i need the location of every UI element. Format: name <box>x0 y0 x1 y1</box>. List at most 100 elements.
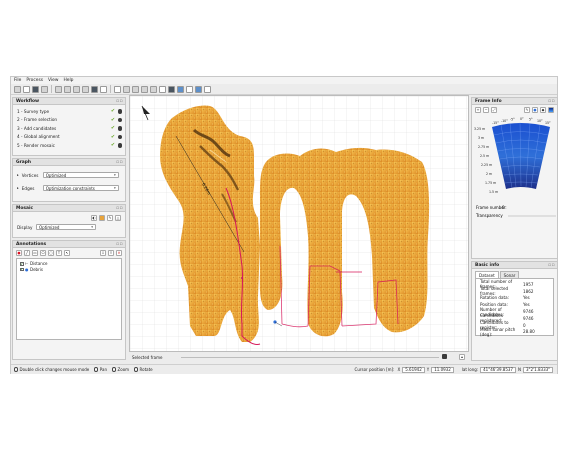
mosaic-viewport[interactable]: 6.26m <box>129 95 469 352</box>
edges-select[interactable]: Optimization constraints ▾ <box>42 185 119 191</box>
export-icon[interactable] <box>186 85 193 93</box>
circle-tool-icon[interactable]: ○ <box>48 250 54 256</box>
tab-sonar[interactable]: Sonar <box>499 271 520 278</box>
import-icon[interactable]: ⇩ <box>100 250 106 256</box>
pan-hint: Pan <box>99 367 107 372</box>
gear-icon[interactable] <box>117 117 122 122</box>
delete-icon[interactable]: ✕ <box>116 250 122 256</box>
zoom-fit-icon[interactable] <box>73 85 80 93</box>
sonar-frame-view[interactable]: -15° -10° -5° 0° 5° 10° 15° 3.25 m 3 m 2… <box>472 113 559 231</box>
camera-icon[interactable] <box>91 85 98 93</box>
line-tool-icon[interactable]: ╱ <box>24 250 30 256</box>
basic-info-table: Total number of frames: 1957 Total select… <box>475 278 554 337</box>
workflow-step-label: 2 - Frame selection <box>17 117 58 123</box>
crop-icon[interactable] <box>141 85 148 93</box>
angle-label: 15° <box>545 121 551 125</box>
export-icon[interactable]: ⇧ <box>108 250 114 256</box>
grid-icon[interactable] <box>114 85 121 93</box>
palette-icon[interactable] <box>99 215 105 221</box>
basic-info-tabs: Dataset Sonar <box>472 271 557 278</box>
chevron-down-icon: ▾ <box>114 186 116 190</box>
vertices-select[interactable]: Optimized ▾ <box>42 172 119 178</box>
expand-arrow-icon[interactable]: ▸ <box>17 173 19 177</box>
checkmark-icon: ✔ <box>110 142 116 149</box>
spinbox-icon[interactable]: ▴ <box>459 354 465 360</box>
selected-frame-bar: Selected frame ▴ <box>129 353 469 361</box>
mouse-icon <box>112 366 116 373</box>
menu-view[interactable]: View <box>48 78 58 83</box>
brush-icon[interactable]: ✎ <box>107 215 113 221</box>
latlong-label: lat long: <box>461 367 479 372</box>
gear-icon[interactable] <box>117 134 122 139</box>
contrast-icon[interactable]: ◐ <box>91 215 97 221</box>
range-label: 2.5 m <box>480 154 489 158</box>
ruler-icon[interactable] <box>123 85 130 93</box>
annotation-checkbox[interactable]: ✔ <box>20 267 24 271</box>
angle-label: -5° <box>510 118 515 122</box>
menu-help[interactable]: Help <box>63 78 73 83</box>
annotation-checkbox[interactable]: ✔ <box>20 262 24 266</box>
gear-icon[interactable] <box>117 109 122 114</box>
polygon-tool-icon[interactable]: ⬠ <box>40 250 46 256</box>
save-icon[interactable] <box>32 85 39 93</box>
open-folder-icon[interactable] <box>23 85 30 93</box>
angle-label: -10° <box>501 119 508 123</box>
move-icon[interactable] <box>150 85 157 93</box>
tools-icon[interactable] <box>41 85 48 93</box>
panel-controls-icon[interactable]: ▫▫ <box>548 263 555 268</box>
panel-controls-icon[interactable]: ▫▫ <box>116 160 123 165</box>
cursor-tool-icon[interactable]: ↖ <box>64 250 70 256</box>
info-value: 9746 <box>523 309 534 315</box>
workflow-step[interactable]: 5 - Render mosaic ✔ <box>13 141 125 150</box>
rotate-hint: Rotate <box>139 367 153 372</box>
checkmark-icon: ✔ <box>110 108 116 115</box>
mosaic-canvas[interactable]: 6.26m <box>130 96 469 352</box>
workflow-step-label: 5 - Render mosaic <box>17 142 55 148</box>
new-file-icon[interactable] <box>14 85 21 93</box>
text-tool-icon[interactable] <box>159 85 166 93</box>
text-tool-icon[interactable]: T <box>56 250 62 256</box>
layers-icon[interactable] <box>168 85 175 93</box>
basic-info-panel-title: Basic info ▫▫ <box>472 262 557 269</box>
measure-icon[interactable] <box>132 85 139 93</box>
angle-label: 0° <box>520 117 524 121</box>
select-tool-icon[interactable] <box>100 85 107 93</box>
selected-frame-slider[interactable] <box>181 356 439 358</box>
workflow-step[interactable]: 3 - Add candidates ✔ <box>13 124 125 133</box>
panel-controls-icon[interactable]: ▫▫ <box>116 242 123 247</box>
menu-file[interactable]: File <box>14 78 21 83</box>
gear-icon[interactable] <box>117 143 122 148</box>
rectangle-tool-icon[interactable]: ▭ <box>32 250 38 256</box>
waveform-icon[interactable] <box>204 85 211 93</box>
gear-icon[interactable] <box>117 126 122 131</box>
zoom-out-icon[interactable] <box>64 85 71 93</box>
toolbar-separator <box>110 85 111 93</box>
info-value: 9746 <box>523 315 534 321</box>
edges-select-value: Optimization constraints <box>45 185 95 191</box>
annotation-item[interactable]: ✔ ● Debris <box>20 267 118 273</box>
workflow-step[interactable]: 4 - Global alignment ✔ <box>13 133 125 142</box>
panel-controls-icon[interactable]: ▫▫ <box>116 206 123 211</box>
frame-info-panel: Frame Info ▫▫ + − ⤢ ✎ ● ◆ -15° -10° -5° … <box>471 97 558 259</box>
zoom-reset-icon[interactable] <box>82 85 89 93</box>
transparency-label: Transparency <box>475 213 503 218</box>
workflow-step[interactable]: 1 - Survey type ✔ <box>13 107 125 116</box>
warning-icon[interactable]: △ <box>115 215 121 221</box>
tab-dataset[interactable]: Dataset <box>475 271 499 278</box>
annotation-label: Debris <box>30 266 43 272</box>
zoom-in-icon[interactable] <box>55 85 62 93</box>
map-pin-icon[interactable]: ● <box>16 250 22 256</box>
menu-process[interactable]: Process <box>26 78 43 83</box>
display-select[interactable]: Optimized ▾ <box>36 224 96 230</box>
panel-controls-icon[interactable]: ▫▫ <box>116 99 123 104</box>
selected-frame-marker-icon[interactable] <box>241 277 243 279</box>
workflow-step[interactable]: 2 - Frame selection ✔ <box>13 116 125 125</box>
slider-handle[interactable] <box>442 354 447 359</box>
toolbar-separator <box>51 85 52 93</box>
panel-controls-icon[interactable]: ▫▫ <box>548 99 555 104</box>
render-icon[interactable] <box>195 85 202 93</box>
mouse-icon <box>94 366 99 373</box>
expand-arrow-icon[interactable]: ▸ <box>17 186 19 190</box>
mosaic-panel: Mosaic ▫▫ ◐ ✎ △ Display Optimized ▾ <box>12 204 126 238</box>
color-map-icon[interactable] <box>177 85 184 93</box>
